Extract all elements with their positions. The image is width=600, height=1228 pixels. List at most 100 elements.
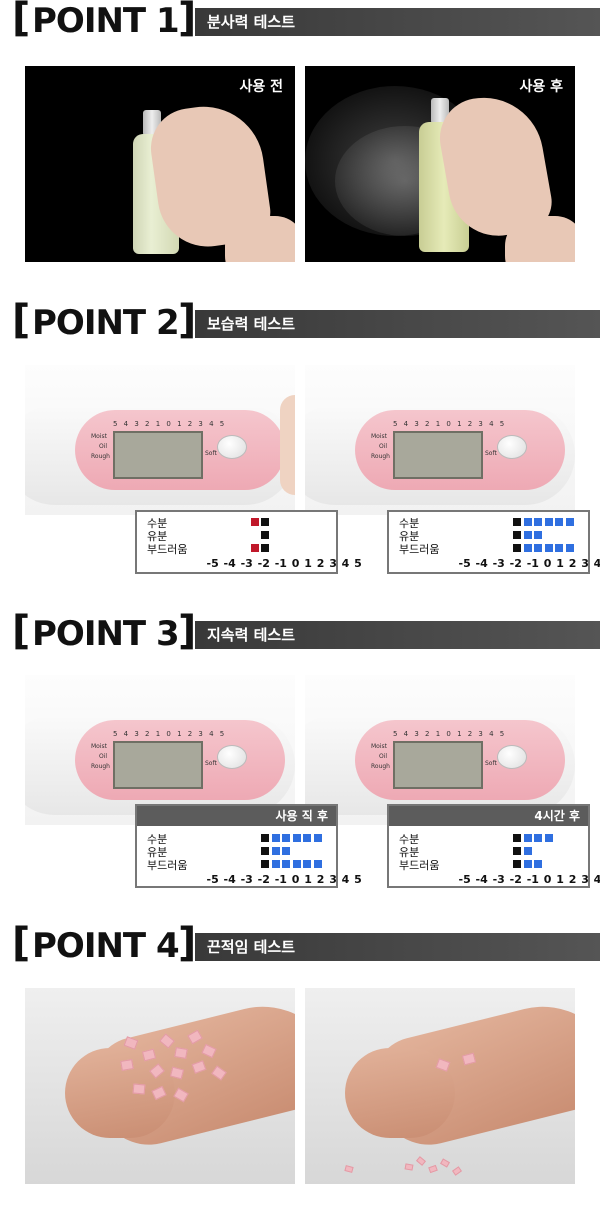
skin-meter-photo-4h: 5 4 3 2 1 0 1 2 3 4 5 Moist Oil Rough So… — [305, 675, 575, 825]
level-square — [534, 518, 542, 526]
level-square — [523, 531, 532, 539]
point-title: POINT 3 — [32, 614, 180, 654]
level-square — [261, 834, 269, 842]
level-square — [250, 518, 259, 526]
level-square — [513, 531, 521, 539]
point-title: POINT 4 — [32, 926, 180, 966]
bracket-close: ] — [178, 608, 197, 654]
level-square — [313, 860, 322, 868]
result-panel-after: 수분 유분 부드러움 -5 -4 -3 -2 -1 0 1 2 3 4 5 — [387, 510, 600, 574]
level-square — [271, 847, 280, 855]
level-square — [282, 834, 290, 842]
axis-ticks: -5 -4 -3 -2 -1 0 1 2 3 4 5 — [458, 873, 600, 886]
panel-header-label: 사용 직 후 — [137, 806, 336, 826]
level-square — [555, 544, 563, 552]
device-button — [497, 745, 527, 769]
level-square — [282, 847, 290, 855]
point2-header: [ POINT 2 ] 보습력 테스트 — [0, 297, 600, 343]
level-square — [282, 860, 290, 868]
after-use-photo: 사용 후 — [305, 66, 575, 262]
level-square — [544, 518, 553, 526]
level-square — [261, 531, 269, 539]
device-screen — [393, 741, 483, 789]
level-square — [544, 544, 553, 552]
level-square — [523, 834, 532, 842]
level-square — [261, 860, 269, 868]
device-screen — [393, 431, 483, 479]
device-button — [217, 435, 247, 459]
device-screen — [113, 741, 203, 789]
row-label: 부드러움 — [399, 543, 440, 556]
point-subtitle: 분사력 테스트 — [207, 13, 296, 31]
bracket-open: [ — [12, 608, 31, 654]
level-square — [513, 518, 521, 526]
device-screen — [113, 431, 203, 479]
axis-ticks: -5 -4 -3 -2 -1 0 1 2 3 4 5 — [206, 557, 362, 570]
level-square — [513, 847, 521, 855]
row-label: 부드러움 — [147, 543, 188, 556]
sticky-test-photo-before — [25, 988, 295, 1184]
level-square — [250, 544, 259, 552]
level-square — [565, 544, 574, 552]
level-square — [523, 860, 532, 868]
bracket-close: ] — [178, 297, 197, 343]
level-square — [513, 860, 521, 868]
point3-header: [ POINT 3 ] 지속력 테스트 — [0, 608, 600, 654]
device-button — [497, 435, 527, 459]
bracket-open: [ — [12, 920, 31, 966]
row-label: 부드러움 — [147, 859, 188, 872]
device-scale: 5 4 3 2 1 0 1 2 3 4 5 — [113, 730, 227, 738]
level-square — [544, 834, 553, 842]
level-square — [261, 544, 269, 552]
level-square — [565, 518, 574, 526]
finger — [280, 395, 295, 495]
axis-ticks: -5 -4 -3 -2 -1 0 1 2 3 4 5 — [206, 873, 362, 886]
skin-meter-photo-after: 5 4 3 2 1 0 1 2 3 4 5 Moist Oil Rough So… — [305, 365, 575, 515]
level-square — [292, 860, 301, 868]
device-scale: 5 4 3 2 1 0 1 2 3 4 5 — [113, 420, 227, 428]
result-panel-immediate: 사용 직 후 수분 유분 부드러움 -5 -4 -3 -2 -1 0 1 2 3 4 5 — [135, 804, 362, 888]
level-square — [523, 847, 532, 855]
level-square — [523, 544, 532, 552]
photo-label: 사용 전 — [239, 79, 283, 95]
device-scale: 5 4 3 2 1 0 1 2 3 4 5 — [393, 730, 507, 738]
level-square — [303, 860, 311, 868]
photo-label: 사용 후 — [519, 79, 563, 95]
point-title: POINT 2 — [32, 303, 180, 343]
level-square — [555, 518, 563, 526]
bracket-close: ] — [178, 0, 197, 41]
level-square — [534, 834, 542, 842]
level-square — [261, 847, 269, 855]
level-square — [534, 544, 542, 552]
bracket-open: [ — [12, 297, 31, 343]
level-square — [271, 860, 280, 868]
level-square — [303, 834, 311, 842]
point-subtitle: 지속력 테스트 — [207, 626, 296, 644]
device-button — [217, 745, 247, 769]
result-panel-4h: 4시간 후 수분 유분 부드러움 -5 -4 -3 -2 -1 0 1 2 3 4 5 — [387, 804, 600, 888]
level-square — [534, 531, 542, 539]
axis-ticks: -5 -4 -3 -2 -1 0 1 2 3 4 5 — [458, 557, 600, 570]
level-square — [292, 834, 301, 842]
result-panel-before: 수분 유분 부드러움 -5 -4 -3 -2 -1 0 1 2 3 4 5 — [135, 510, 362, 574]
level-square — [513, 834, 521, 842]
bracket-open: [ — [12, 0, 31, 41]
device-scale: 5 4 3 2 1 0 1 2 3 4 5 — [393, 420, 507, 428]
point-subtitle: 끈적임 테스트 — [207, 938, 296, 956]
skin-meter-photo-before: 5 4 3 2 1 0 1 2 3 4 5 Moist Oil Rough So… — [25, 365, 295, 515]
level-square — [261, 518, 269, 526]
panel-header-label: 4시간 후 — [389, 806, 588, 826]
level-square — [534, 860, 542, 868]
point-title: POINT 1 — [32, 1, 180, 41]
before-use-photo: 사용 전 — [25, 66, 295, 262]
point4-header: [ POINT 4 ] 끈적임 테스트 — [0, 920, 600, 966]
level-square — [513, 544, 521, 552]
skin-meter-photo-immediate: 5 4 3 2 1 0 1 2 3 4 5 Moist Oil Rough So… — [25, 675, 295, 825]
level-square — [271, 834, 280, 842]
point1-header: [ POINT 1 ] 분사력 테스트 — [0, 0, 600, 40]
level-square — [313, 834, 322, 842]
bracket-close: ] — [178, 920, 197, 966]
point-subtitle: 보습력 테스트 — [207, 315, 296, 333]
row-label: 부드러움 — [399, 859, 440, 872]
level-square — [523, 518, 532, 526]
